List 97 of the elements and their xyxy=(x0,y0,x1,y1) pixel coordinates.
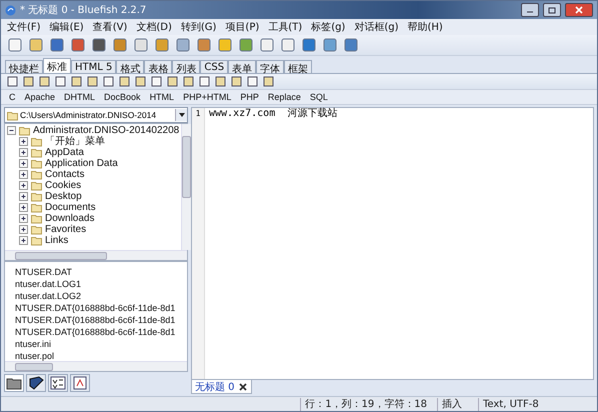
menu-item[interactable]: 帮助(H) xyxy=(408,20,443,34)
toolbar-tab[interactable]: 表格 xyxy=(144,60,172,73)
toolbar-tab[interactable]: 格式 xyxy=(116,60,144,73)
minimize-button[interactable] xyxy=(521,3,539,17)
toolbar-tab[interactable]: 列表 xyxy=(172,60,200,73)
file-item[interactable]: ntuser.dat.LOG2 xyxy=(7,290,185,302)
menu-item[interactable]: 文件(F) xyxy=(7,20,41,34)
folder-icon xyxy=(31,158,42,169)
toolbar-tab[interactable]: 框架 xyxy=(284,60,312,73)
menu-item[interactable]: 标签(g) xyxy=(311,20,346,34)
close-tab-button[interactable] xyxy=(238,382,248,392)
expander-icon[interactable] xyxy=(19,170,28,179)
tree-item[interactable]: Favorites xyxy=(45,224,86,235)
editor-area[interactable]: 1 www.xz7.com 河源下载站 xyxy=(191,107,594,380)
tree-item[interactable]: 「开始」菜单 xyxy=(45,136,105,147)
toolbar-tab[interactable]: 字体 xyxy=(256,60,284,73)
document-tab[interactable]: 无标题 0 xyxy=(191,380,252,394)
maximize-icon xyxy=(548,6,556,14)
panel-tab[interactable] xyxy=(26,374,46,392)
menu-item[interactable]: 编辑(E) xyxy=(50,20,84,34)
toolbar-tab[interactable]: 快捷栏 xyxy=(5,60,43,73)
expander-icon[interactable] xyxy=(19,148,28,157)
folder-icon xyxy=(31,147,42,158)
menu-item[interactable]: 文档(D) xyxy=(136,20,172,34)
scrollbar[interactable] xyxy=(181,124,192,250)
menu-item[interactable]: 工具(T) xyxy=(268,20,302,34)
close-button[interactable] xyxy=(565,3,593,17)
folder-icon xyxy=(31,224,42,235)
expander-icon[interactable] xyxy=(19,225,28,234)
window-title: * 无标题 0 - Bluefish 2.2.7 xyxy=(20,4,148,17)
tree-item[interactable]: Cookies xyxy=(45,180,82,191)
tree-item[interactable]: Downloads xyxy=(45,213,94,224)
language-menu[interactable]: HTML xyxy=(150,92,174,102)
panel-tab[interactable] xyxy=(48,374,68,392)
panel-tab[interactable] xyxy=(70,374,90,392)
folder-icon xyxy=(31,191,42,202)
folder-icon xyxy=(31,136,42,147)
panel-tab[interactable] xyxy=(4,374,24,392)
language-menu[interactable]: Apache xyxy=(24,92,56,102)
app-icon xyxy=(5,4,16,16)
folder-icon xyxy=(7,110,18,120)
folder-icon xyxy=(31,180,42,191)
expander-icon[interactable] xyxy=(19,181,28,190)
cursor-position: 行：1，列：19，字符：18 xyxy=(300,398,431,410)
encoding: Text, UTF-8 xyxy=(478,398,557,410)
expander-icon[interactable] xyxy=(7,126,16,135)
language-menu[interactable]: DocBook xyxy=(104,92,141,102)
menu-item[interactable]: 项目(P) xyxy=(225,20,260,34)
language-menu[interactable]: PHP+HTML xyxy=(183,92,232,102)
grid-icon xyxy=(50,376,66,390)
tree-item[interactable]: Documents xyxy=(45,202,96,213)
file-item[interactable]: NTUSER.DAT xyxy=(7,266,185,278)
tree-item[interactable]: Application Data xyxy=(45,158,118,169)
tree-item[interactable]: AppData xyxy=(45,147,84,158)
insert-mode: 插入 xyxy=(437,398,472,410)
scrollbar[interactable] xyxy=(5,361,187,371)
folder-icon xyxy=(31,235,42,246)
toolbar-tab[interactable]: 标准 xyxy=(43,58,71,73)
toolbar-tab[interactable]: HTML 5 xyxy=(71,60,116,73)
language-menu[interactable]: DHTML xyxy=(64,92,96,102)
file-item[interactable]: NTUSER.DAT{016888bd-6c6f-11de-8d1 xyxy=(7,302,185,314)
path-dropdown[interactable]: C:\Users\Administrator.DNISO-2014 xyxy=(4,107,188,123)
file-item[interactable]: NTUSER.DAT{016888bd-6c6f-11de-8d1 xyxy=(7,314,185,326)
tree-item[interactable]: Desktop xyxy=(45,191,82,202)
expander-icon[interactable] xyxy=(19,203,28,212)
tree-item[interactable]: Links xyxy=(45,235,68,246)
expander-icon[interactable] xyxy=(19,192,28,201)
language-menu[interactable]: Replace xyxy=(268,92,301,102)
language-menu[interactable]: SQL xyxy=(310,92,328,102)
file-item[interactable]: ntuser.ini xyxy=(7,338,185,350)
file-item[interactable]: ntuser.dat.LOG1 xyxy=(7,278,185,290)
code-line: www.xz7.com 河源下载站 xyxy=(209,108,338,120)
toolbar-tab[interactable]: 表单 xyxy=(228,60,256,73)
scrollbar[interactable] xyxy=(5,250,187,260)
tree-item[interactable]: Administrator.DNISO-201402208 xyxy=(33,125,180,136)
document-icon xyxy=(72,376,88,390)
folder-icon xyxy=(6,376,22,390)
language-menu[interactable]: C xyxy=(9,92,16,102)
menu-item[interactable]: 查看(V) xyxy=(92,20,128,34)
expander-icon[interactable] xyxy=(19,236,28,245)
tree-item[interactable]: Contacts xyxy=(45,169,84,180)
folder-icon xyxy=(19,125,30,136)
file-item[interactable]: NTUSER.DAT{016888bd-6c6f-11de-8d1 xyxy=(7,326,185,338)
maximize-button[interactable] xyxy=(543,3,561,17)
folder-icon xyxy=(31,169,42,180)
expander-icon[interactable] xyxy=(19,159,28,168)
expander-icon[interactable] xyxy=(19,214,28,223)
expander-icon[interactable] xyxy=(19,137,28,146)
folder-icon xyxy=(31,202,42,213)
toolbar-tab[interactable]: CSS xyxy=(200,60,228,73)
menu-item[interactable]: 对话框(g) xyxy=(354,20,398,34)
line-number: 1 xyxy=(194,108,202,120)
menu-item[interactable]: 转到(G) xyxy=(180,20,216,34)
file-item[interactable]: ntuser.pol xyxy=(7,350,185,362)
folder-icon xyxy=(31,213,42,224)
language-menu[interactable]: PHP xyxy=(240,92,259,102)
book-icon xyxy=(28,376,44,390)
